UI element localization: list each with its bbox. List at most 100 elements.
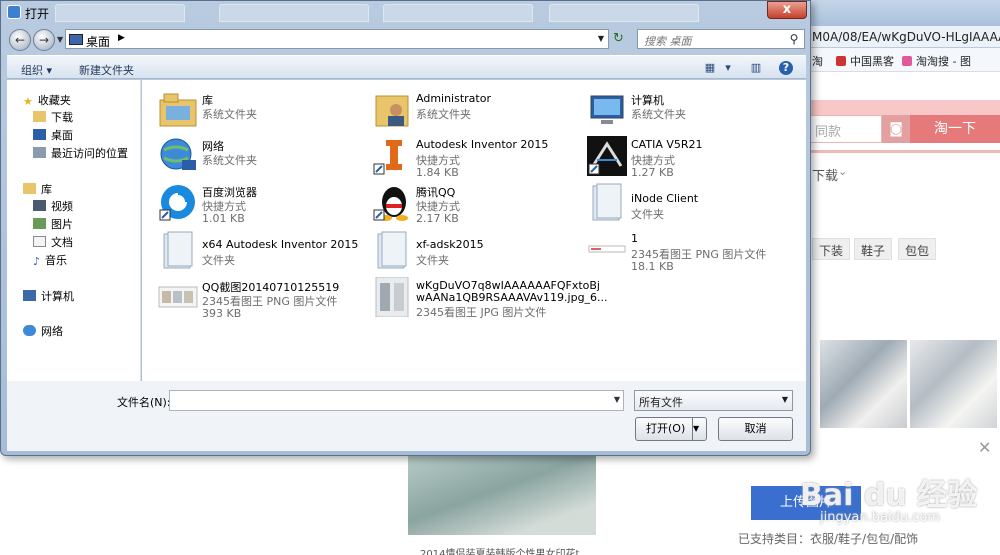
- chevron-down-icon[interactable]: ▼: [692, 418, 706, 440]
- desktop-icon: [33, 129, 46, 140]
- open-file-dialog: 打开 x ← → ▼ 桌面 ▶ ▼ ↻ 搜索 桌面 ⚲ 组织 ▾ 新建文件夹 ▦…: [0, 0, 811, 456]
- jpg-thumb-icon: [375, 277, 409, 317]
- chevron-down-icon[interactable]: ▼: [614, 395, 620, 404]
- tag-button[interactable]: 鞋子: [854, 238, 893, 260]
- close-button[interactable]: x: [767, 1, 807, 19]
- search-input[interactable]: 搜索 桌面 ⚲: [637, 29, 805, 49]
- address-bar[interactable]: 桌面 ▶ ▼: [65, 29, 609, 49]
- favorite-item[interactable]: 淘淘搜 - 图: [902, 53, 971, 69]
- chevron-down-icon[interactable]: ▾: [721, 61, 735, 75]
- file-item[interactable]: 1 2345看图王 PNG 图片文件 18.1 KB: [587, 230, 801, 276]
- chevron-down-icon[interactable]: ▼: [598, 34, 604, 43]
- file-item[interactable]: 腾讯QQ 快捷方式 2.17 KB: [372, 182, 586, 228]
- support-text: 已支持类目：衣服/鞋子/包包/配饰: [738, 532, 919, 546]
- nav-computer[interactable]: 计算机: [23, 288, 74, 304]
- back-button[interactable]: ←: [9, 29, 31, 51]
- inventor-icon: [373, 140, 402, 175]
- nav-libraries[interactable]: 库: [23, 181, 52, 197]
- cancel-button[interactable]: 取消: [718, 417, 793, 441]
- search-icon[interactable]: ⚲: [784, 30, 804, 48]
- folder-icon: [163, 231, 193, 269]
- refresh-icon[interactable]: ↻: [613, 31, 624, 46]
- nav-documents[interactable]: 文档: [33, 234, 73, 250]
- folder-icon: [377, 231, 407, 269]
- nav-videos[interactable]: 视频: [33, 198, 73, 214]
- download-folder-icon: [33, 111, 46, 122]
- file-item[interactable]: QQ截图20140710125519 2345看图王 PNG 图片文件 393 …: [158, 277, 372, 323]
- file-item[interactable]: iNode Client 文件夹: [587, 182, 801, 228]
- file-item[interactable]: 计算机 系统文件夹: [587, 90, 801, 136]
- nav-favorites[interactable]: ★ 收藏夹: [23, 92, 71, 108]
- product-photo[interactable]: [408, 455, 596, 535]
- tag-button[interactable]: 下装: [812, 238, 851, 260]
- view-options-icon[interactable]: ▦: [703, 61, 717, 75]
- baidu-browser-icon: [159, 185, 195, 221]
- favorite-icon: [836, 56, 846, 66]
- download-link[interactable]: 下载: [812, 165, 838, 184]
- favorite-item[interactable]: 淘: [812, 53, 823, 69]
- preview-pane-icon[interactable]: ▥: [749, 61, 763, 75]
- folder-icon: [592, 183, 622, 221]
- nav-pictures[interactable]: 图片: [33, 216, 73, 232]
- organize-button[interactable]: 组织 ▾: [21, 62, 52, 78]
- music-icon: ♪: [33, 255, 41, 268]
- nav-download[interactable]: 下载: [33, 109, 73, 125]
- chevron-down-icon[interactable]: ▼: [57, 35, 63, 44]
- file-item[interactable]: wKgDuVO7q8wIAAAAAAFQFxtoBj wAANa1QB9RSAA…: [372, 277, 608, 323]
- png-thumb-icon: [158, 286, 198, 308]
- dialog-footer: 文件名(N): ▼ 所有文件 ▼ 打开(O) ▼ 取消: [7, 381, 806, 451]
- file-item[interactable]: 百度浏览器 快捷方式 1.01 KB: [158, 182, 372, 228]
- file-list: 库 系统文件夹 Administrator 系统文件夹 计算机 系统文件夹 网络…: [142, 80, 806, 381]
- dialog-titlebar[interactable]: 打开 x: [1, 1, 812, 23]
- file-item[interactable]: 网络 系统文件夹: [158, 136, 372, 182]
- qq-icon: [373, 187, 408, 221]
- chevron-right-icon[interactable]: ▶: [118, 33, 125, 43]
- background-tab: [383, 4, 533, 22]
- nav-recent[interactable]: 最近访问的位置: [33, 145, 128, 161]
- site-search-input[interactable]: 同款: [808, 115, 882, 143]
- background-tab: [219, 4, 369, 22]
- network-icon: [160, 138, 196, 170]
- file-item[interactable]: x64 Autodesk Inventor 2015 文件夹: [158, 230, 372, 276]
- file-item[interactable]: CATIA V5R21 快捷方式 1.27 KB: [587, 136, 801, 182]
- filetype-select[interactable]: 所有文件 ▼: [634, 390, 793, 411]
- nav-music[interactable]: ♪ 音乐: [33, 252, 67, 268]
- favorite-item[interactable]: 中国黑客: [836, 53, 894, 69]
- tag-button[interactable]: 包包: [898, 238, 937, 260]
- file-item[interactable]: Administrator 系统文件夹: [372, 90, 586, 136]
- nav-desktop[interactable]: 桌面: [33, 127, 73, 143]
- help-icon[interactable]: ?: [779, 61, 793, 75]
- app-icon: [7, 5, 21, 19]
- search-placeholder: 搜索 桌面: [644, 35, 692, 48]
- favorite-icon: [902, 56, 912, 66]
- library-icon: [23, 183, 36, 194]
- file-item[interactable]: Autodesk Inventor 2015 快捷方式 1.84 KB: [372, 136, 586, 182]
- product-caption[interactable]: 2014情侣装夏装韩版个性男女印花t: [420, 545, 579, 555]
- site-search-button[interactable]: 淘一下: [910, 115, 1000, 143]
- product-photo[interactable]: [910, 340, 997, 428]
- png-thumb-icon: [588, 245, 626, 253]
- new-folder-button[interactable]: 新建文件夹: [79, 62, 134, 78]
- filename-input[interactable]: ▼: [169, 390, 624, 411]
- browser-url[interactable]: M0A/08/EA/wKgDuVO-HLgIAAAAA: [812, 30, 1000, 44]
- filename-label: 文件名(N):: [117, 396, 171, 409]
- forward-button[interactable]: →: [33, 29, 55, 51]
- product-photo[interactable]: [820, 340, 907, 428]
- address-location[interactable]: 桌面: [86, 33, 110, 50]
- camera-icon[interactable]: ◙: [882, 115, 910, 143]
- watermark-logo: Bai du 经验: [800, 478, 978, 513]
- background-tab: [549, 4, 699, 22]
- close-icon[interactable]: ✕: [978, 438, 991, 457]
- chevron-down-icon[interactable]: ▼: [782, 395, 788, 404]
- chevron-down-icon: ⌄: [838, 165, 848, 178]
- watermark-url: jingyan.baidu.com: [820, 510, 940, 525]
- open-button[interactable]: 打开(O) ▼: [635, 417, 707, 441]
- file-item[interactable]: xf-adsk2015 文件夹: [372, 230, 586, 276]
- computer-icon: [590, 95, 624, 124]
- documents-icon: [33, 236, 46, 247]
- nav-network[interactable]: 网络: [23, 323, 63, 339]
- video-icon: [33, 200, 46, 211]
- file-item[interactable]: 库 系统文件夹: [158, 90, 372, 136]
- star-icon: ★: [23, 95, 33, 108]
- recent-places-icon: [33, 147, 46, 158]
